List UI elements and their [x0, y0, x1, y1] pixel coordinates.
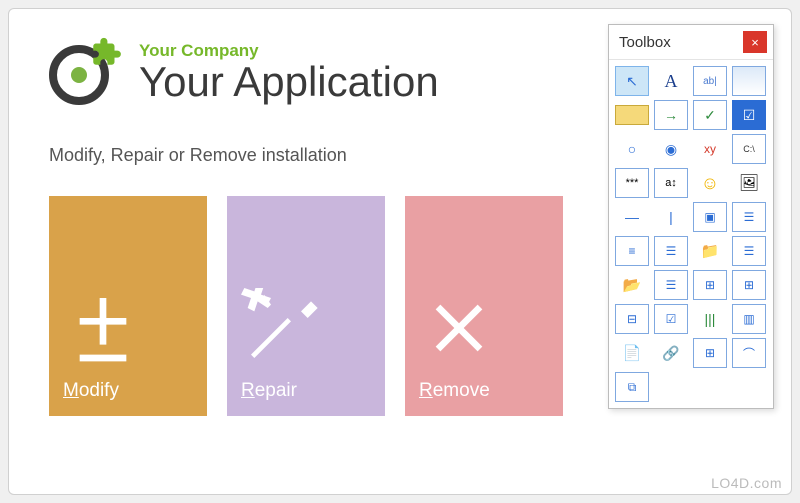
tree-icon[interactable]: ⊞	[693, 270, 727, 300]
panel-icon[interactable]	[732, 66, 766, 96]
toolbox-close-button[interactable]: ×	[743, 31, 767, 53]
app-logo	[49, 37, 119, 107]
toolbox-title: Toolbox	[619, 34, 671, 51]
repair-label: Repair	[241, 380, 297, 402]
tree-nodes-icon[interactable]: ⊟	[615, 304, 649, 334]
detail-list-icon[interactable]: ☰	[654, 236, 688, 266]
repair-tile[interactable]: Repair	[227, 196, 385, 416]
tree-check-icon[interactable]: ⊞	[732, 270, 766, 300]
smiley-icon[interactable]: ☺	[693, 168, 727, 198]
listview-icon[interactable]: ☰	[732, 202, 766, 232]
radio-outline-icon[interactable]: ○	[615, 134, 649, 164]
toolbox-panel[interactable]: Toolbox × ↖Aab|→✓☑○◉xyC:\***a↕☺🖼—|▣☰≡☰📁☰…	[608, 24, 774, 409]
copy-icon[interactable]: ⧉	[615, 372, 649, 402]
path-box-icon[interactable]: C:\	[732, 134, 766, 164]
watermark: LO4D.com	[711, 475, 782, 491]
list-icon[interactable]: ≡	[615, 236, 649, 266]
vrule-icon[interactable]: |	[654, 202, 688, 232]
tools-icon	[241, 288, 321, 368]
note-icon[interactable]: 📄	[615, 338, 649, 368]
remove-tile[interactable]: Remove	[405, 196, 563, 416]
password-icon[interactable]: ***	[615, 168, 649, 198]
textbox-icon[interactable]: ab|	[693, 66, 727, 96]
text-label-icon[interactable]: A	[654, 66, 688, 96]
link-icon[interactable]: →	[654, 100, 688, 130]
hrule-icon[interactable]: —	[615, 202, 649, 232]
font-picker-icon[interactable]: a↕	[654, 168, 688, 198]
folder-icon[interactable]: 📁	[693, 236, 727, 266]
db-list-icon[interactable]: ☰	[654, 270, 688, 300]
image-icon[interactable]: 🖼	[732, 168, 766, 198]
plus-minus-icon	[63, 288, 143, 368]
checkbox-checked-icon[interactable]: ☑	[732, 100, 766, 130]
application-name: Your Application	[139, 61, 439, 103]
puzzle-icon	[89, 35, 123, 69]
modify-label: Modify	[63, 380, 119, 402]
pointer-icon[interactable]: ↖	[615, 66, 649, 96]
toolbox-titlebar[interactable]: Toolbox ×	[609, 25, 773, 60]
close-icon	[419, 288, 499, 368]
bars-icon[interactable]: |||	[693, 304, 727, 334]
checkbox-icon[interactable]: ✓	[693, 100, 727, 130]
modify-tile[interactable]: Modify	[49, 196, 207, 416]
radio-filled-icon[interactable]: ◉	[654, 134, 688, 164]
xy-label-icon[interactable]: xy	[693, 134, 727, 164]
columns-icon[interactable]: ▥	[732, 304, 766, 334]
button-icon[interactable]	[615, 105, 649, 125]
chain-icon[interactable]: 🔗	[654, 338, 688, 368]
groupbox-icon[interactable]: ▣	[693, 202, 727, 232]
toolbox-grid: ↖Aab|→✓☑○◉xyC:\***a↕☺🖼—|▣☰≡☰📁☰📂☰⊞⊞⊟☑|||▥…	[609, 60, 773, 408]
remove-label: Remove	[419, 380, 490, 402]
tab-icon[interactable]: ⌒	[732, 338, 766, 368]
grid-icon[interactable]: ⊞	[693, 338, 727, 368]
detail-list2-icon[interactable]: ☰	[732, 236, 766, 266]
folder-down-icon[interactable]: 📂	[615, 270, 649, 300]
checklist-icon[interactable]: ☑	[654, 304, 688, 334]
